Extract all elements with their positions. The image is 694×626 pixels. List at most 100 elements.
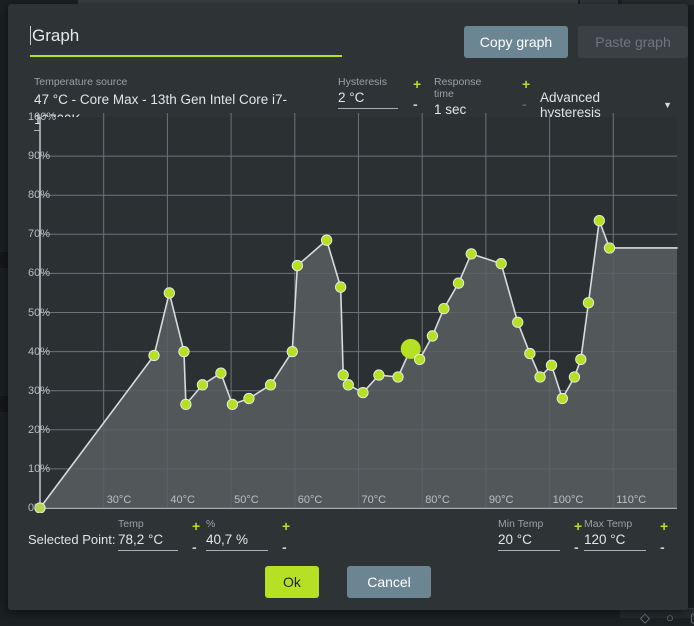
- max-temp-decrement-button[interactable]: -: [660, 541, 665, 553]
- selected-point-percent-label: %: [206, 518, 268, 530]
- y-axis-tick-label: 20%: [28, 424, 50, 436]
- selected-point-temp-value: 78,2 °C: [118, 530, 163, 547]
- paste-graph-button: Paste graph: [578, 26, 688, 58]
- y-axis-tick-label: 90%: [28, 150, 50, 162]
- response-time-decrement-button: -: [522, 98, 527, 110]
- curve-point[interactable]: [181, 399, 191, 409]
- hysteresis-increment-button[interactable]: +: [413, 78, 421, 90]
- selected-point-temp-decrement-button[interactable]: -: [192, 541, 197, 553]
- text-cursor: [30, 26, 31, 45]
- curve-point[interactable]: [179, 346, 189, 356]
- x-axis-tick-label: 30°C: [107, 494, 132, 506]
- x-axis-tick-label: 100°C: [553, 494, 584, 506]
- curve-point[interactable]: [453, 278, 463, 288]
- curve-point[interactable]: [546, 360, 556, 370]
- x-axis-tick-label: 50°C: [234, 494, 259, 506]
- curve-point[interactable]: [466, 249, 476, 259]
- curve-point[interactable]: [343, 380, 353, 390]
- x-axis-tick-label: 110°C: [616, 494, 646, 506]
- curve-point[interactable]: [569, 372, 579, 382]
- max-temp-value: 120 °C: [584, 530, 625, 547]
- dialog-header: Graph Copy graph Paste graph: [30, 26, 670, 70]
- chevron-down-icon: ▼: [663, 100, 672, 110]
- curve-point[interactable]: [374, 370, 384, 380]
- curve-point[interactable]: [292, 260, 302, 270]
- curve-point[interactable]: [525, 348, 535, 358]
- min-temp-increment-button[interactable]: +: [574, 520, 582, 532]
- x-axis-tick-label: 80°C: [425, 494, 450, 506]
- background-footer-icons: ◇○▢: [640, 610, 694, 626]
- curve-point[interactable]: [427, 331, 437, 341]
- curve-point[interactable]: [197, 380, 207, 390]
- curve-point[interactable]: [576, 354, 586, 364]
- graph-title-input[interactable]: Graph: [30, 26, 342, 57]
- y-axis-tick-label: 40%: [28, 346, 50, 358]
- x-axis-tick-label: 70°C: [362, 494, 387, 506]
- curve-point[interactable]: [513, 317, 523, 327]
- hysteresis-input[interactable]: Hysteresis 2 °C: [338, 76, 398, 109]
- response-time-label: Response time: [434, 76, 500, 100]
- max-temp-input[interactable]: Max Temp 120 °C: [584, 518, 646, 551]
- x-axis-tick-label: 40°C: [170, 494, 195, 506]
- selected-point-row: Selected Point: Temp 78,2 °C + - % 40,7 …: [8, 520, 688, 560]
- curve-point[interactable]: [287, 346, 297, 356]
- selected-point-percent-decrement-button[interactable]: -: [282, 541, 287, 553]
- curve-point[interactable]: [265, 380, 275, 390]
- curve-point[interactable]: [594, 215, 604, 225]
- min-temp-input[interactable]: Min Temp 20 °C: [498, 518, 560, 551]
- y-axis-tick-label: 80%: [28, 189, 50, 201]
- y-axis-tick-label: 30%: [28, 385, 50, 397]
- x-axis-tick-label: 90°C: [489, 494, 514, 506]
- settings-row: Temperature source 47 °C - Core Max - 13…: [30, 78, 672, 112]
- curve-point[interactable]: [557, 393, 567, 403]
- curve-point[interactable]: [604, 243, 614, 253]
- cancel-button[interactable]: Cancel: [347, 566, 431, 598]
- x-axis-tick-label: 60°C: [298, 494, 323, 506]
- temperature-source-label: Temperature source: [34, 76, 318, 88]
- curve-point[interactable]: [496, 258, 506, 268]
- ok-button[interactable]: Ok: [265, 566, 319, 598]
- y-axis-tick-label: 50%: [28, 307, 50, 319]
- min-temp-decrement-button[interactable]: -: [574, 541, 579, 553]
- curve-point[interactable]: [149, 350, 159, 360]
- min-temp-value: 20 °C: [498, 530, 532, 547]
- graph-editor-dialog: Graph Copy graph Paste graph Temperature…: [8, 4, 688, 610]
- curve-point[interactable]: [358, 387, 368, 397]
- y-axis-tick-label: 70%: [28, 228, 50, 240]
- selected-point-percent-value: 40,7 %: [206, 530, 248, 547]
- selected-point-temp-input[interactable]: Temp 78,2 °C: [118, 518, 178, 551]
- curve-point[interactable]: [338, 370, 348, 380]
- selected-point-percent-input[interactable]: % 40,7 %: [206, 518, 268, 551]
- hysteresis-value: 2 °C: [338, 88, 364, 105]
- curve-point[interactable]: [335, 282, 345, 292]
- y-axis-tick-label: 60%: [28, 267, 50, 279]
- curve-point[interactable]: [535, 372, 545, 382]
- selected-point-temp-increment-button[interactable]: +: [192, 520, 200, 532]
- y-axis-tick-label: 100%: [28, 111, 56, 123]
- graph-title-value: Graph: [32, 26, 79, 45]
- selected-point-label: Selected Point:: [28, 532, 115, 547]
- curve-point[interactable]: [227, 399, 237, 409]
- curve-point[interactable]: [244, 393, 254, 403]
- response-time-increment-button[interactable]: +: [522, 78, 530, 90]
- copy-graph-button[interactable]: Copy graph: [464, 26, 568, 58]
- y-axis-tick-label: 0%: [28, 502, 44, 514]
- fan-curve-chart[interactable]: 0% 10% 20% 30% 40% 50% 60% 70% 80% 90% 100% 30°C 40°…: [22, 113, 682, 513]
- max-temp-label: Max Temp: [584, 518, 646, 530]
- curve-point[interactable]: [414, 354, 424, 364]
- selected-point-temp-label: Temp: [118, 518, 178, 530]
- hysteresis-decrement-button[interactable]: -: [413, 98, 418, 110]
- curve-point[interactable]: [216, 368, 226, 378]
- hysteresis-label: Hysteresis: [338, 76, 398, 88]
- curve-point[interactable]: [321, 235, 331, 245]
- curve-point[interactable]: [583, 298, 593, 308]
- selected-point-percent-increment-button[interactable]: +: [282, 520, 290, 532]
- max-temp-increment-button[interactable]: +: [660, 520, 668, 532]
- curve-point[interactable]: [393, 372, 403, 382]
- fan-curve-svg[interactable]: [22, 113, 682, 513]
- curve-point[interactable]: [164, 288, 174, 298]
- min-temp-label: Min Temp: [498, 518, 560, 530]
- y-axis-tick-label: 10%: [28, 463, 50, 475]
- curve-point[interactable]: [439, 303, 449, 313]
- dialog-footer: Ok Cancel: [8, 566, 688, 606]
